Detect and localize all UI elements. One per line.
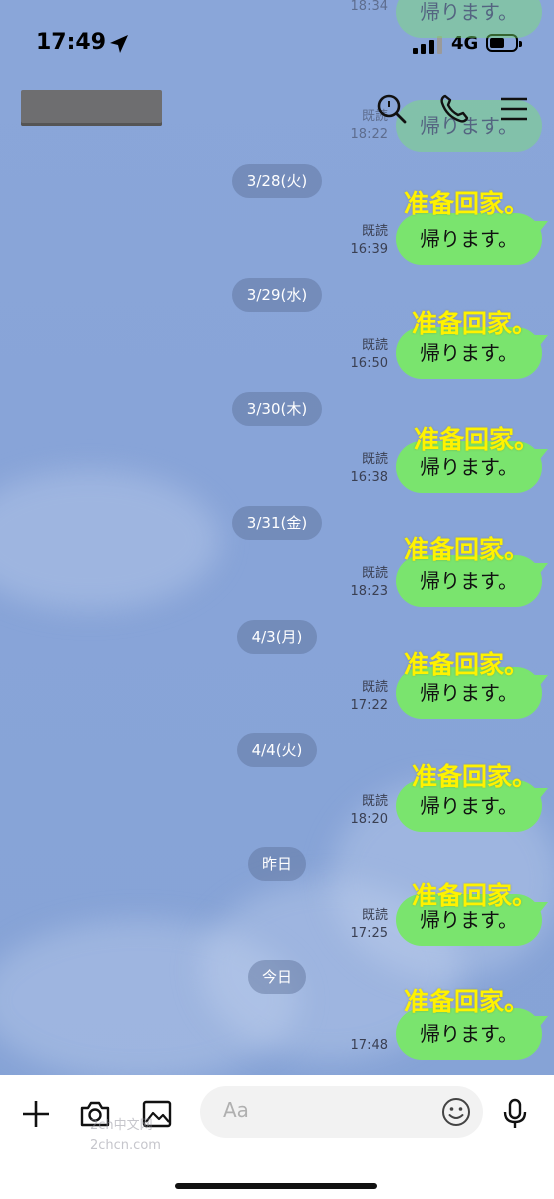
translation-overlay: 准备回家。	[412, 881, 538, 910]
message-text: 帰ります。	[420, 341, 518, 365]
message-read-status: 既読	[361, 680, 388, 695]
message-text: 帰ります。	[420, 455, 518, 479]
message-read-status: 既読	[361, 452, 388, 467]
date-separator: 3/28(火)	[232, 164, 322, 198]
translation-overlay: 准备回家。	[404, 189, 530, 218]
watermark-line1: 2ch中文网	[90, 1118, 153, 1133]
emoji-icon[interactable]	[440, 1096, 472, 1128]
date-separator: 今日	[248, 960, 306, 994]
message-input[interactable]: Aa	[200, 1086, 483, 1138]
location-arrow-icon	[110, 35, 128, 53]
message-text: 帰ります。	[420, 1022, 518, 1046]
date-separator: 3/31(金)	[232, 506, 322, 540]
date-separator: 昨日	[248, 847, 306, 881]
search-icon[interactable]	[375, 92, 409, 126]
message-time: 17:25	[350, 926, 388, 941]
message-time: 16:38	[350, 470, 388, 485]
message-time: 18:23	[350, 584, 388, 599]
watermark-line2: 2chcn.com	[90, 1138, 161, 1153]
message-time: 16:39	[350, 242, 388, 257]
message-text: 帰ります。	[420, 681, 518, 705]
date-separator: 4/3(月)	[237, 620, 317, 654]
microphone-icon[interactable]	[498, 1097, 532, 1131]
message-text: 帰ります。	[420, 794, 518, 818]
message-read-status: 既読	[361, 794, 388, 809]
menu-icon[interactable]	[497, 92, 531, 126]
translation-overlay: 准备回家。	[404, 650, 530, 679]
translation-overlay: 准备回家。	[412, 309, 538, 338]
message-bubble: 帰ります。	[396, 0, 542, 38]
message-text: 帰ります。	[420, 227, 518, 251]
message-text: 帰ります。	[420, 569, 518, 593]
message-read-status: 既読	[361, 908, 388, 923]
translation-overlay: 准备回家。	[404, 535, 530, 564]
signal-strength-icon	[413, 36, 445, 54]
message-bubble[interactable]: 帰ります。	[396, 213, 548, 265]
date-separator: 3/30(木)	[232, 392, 322, 426]
translation-overlay: 准备回家。	[414, 425, 540, 454]
plus-icon[interactable]	[19, 1097, 53, 1131]
contact-name-redacted[interactable]	[21, 90, 162, 126]
message-read-status: 既読	[361, 338, 388, 353]
translation-overlay: 准备回家。	[404, 987, 530, 1016]
date-separator: 4/4(火)	[237, 733, 317, 767]
message-time: 16:50	[350, 356, 388, 371]
phone-icon[interactable]	[437, 92, 471, 126]
translation-overlay: 准备回家。	[412, 762, 538, 791]
message-read-status: 18:34	[350, 0, 388, 14]
site-watermark: 2ch中文网 2chcn.com	[90, 1116, 161, 1156]
message-input-placeholder: Aa	[223, 1098, 249, 1122]
message-time: 18:20	[350, 812, 388, 827]
chat-header	[0, 80, 554, 140]
date-separator: 3/29(水)	[232, 278, 322, 312]
message-time: 17:22	[350, 698, 388, 713]
home-indicator[interactable]	[175, 1183, 377, 1189]
message-time: 17:48	[350, 1038, 388, 1053]
message-read-status: 既読	[361, 224, 388, 239]
status-time: 17:49	[36, 30, 107, 55]
message-read-status: 既読	[361, 566, 388, 581]
message-input-bar: Aa	[0, 1075, 554, 1199]
